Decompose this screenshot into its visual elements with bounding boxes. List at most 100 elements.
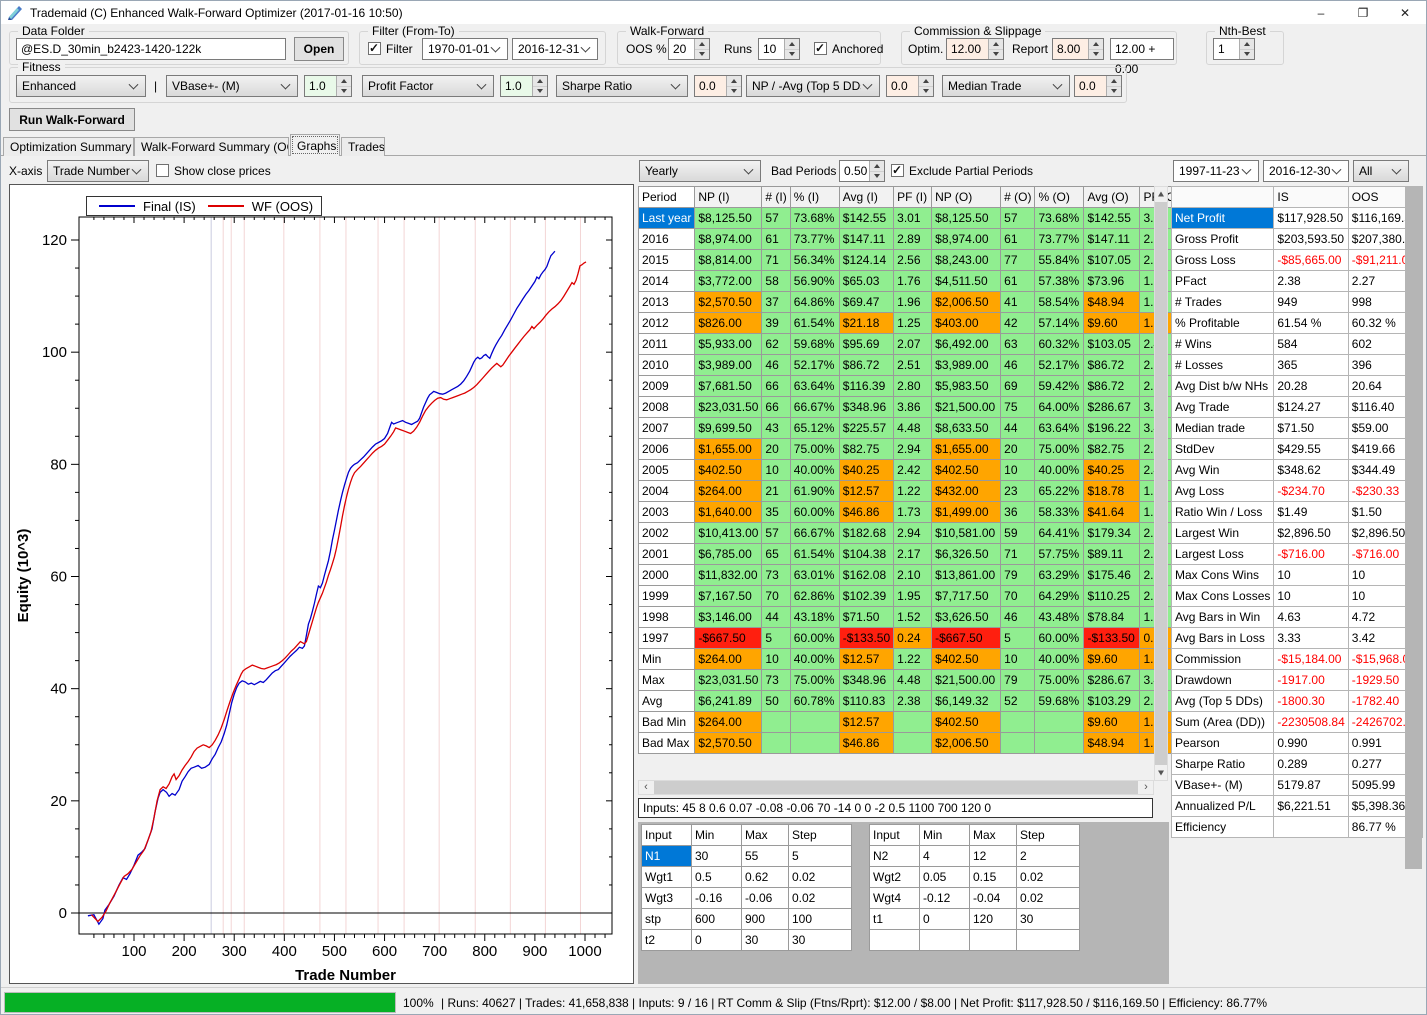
value-cell[interactable]: $7,167.50: [695, 586, 762, 607]
column-header[interactable]: Avg (O): [1084, 187, 1140, 208]
value-cell[interactable]: 21: [762, 481, 790, 502]
scroll-left-icon[interactable]: ‹: [639, 781, 653, 794]
value-cell[interactable]: $402.50: [932, 712, 1001, 733]
value-cell[interactable]: $142.55: [839, 208, 893, 229]
is-value-cell[interactable]: $1.49: [1274, 502, 1348, 523]
value-cell[interactable]: 59: [1001, 523, 1035, 544]
value-cell[interactable]: $21.18: [839, 313, 893, 334]
input-max-cell[interactable]: -0.06: [742, 888, 789, 909]
column-header[interactable]: NP (I): [695, 187, 762, 208]
close-icon[interactable]: ✕: [1384, 1, 1426, 24]
fitness-metric-3-select[interactable]: Sharpe Ratio: [556, 75, 688, 97]
value-cell[interactable]: 75: [1001, 397, 1035, 418]
value-cell[interactable]: 57.75%: [1035, 544, 1084, 565]
value-cell[interactable]: $2,570.50: [695, 733, 762, 754]
period-table-horizontal-scrollbar[interactable]: ‹ ›: [638, 780, 1154, 795]
value-cell[interactable]: $402.50: [695, 460, 762, 481]
value-cell[interactable]: $8,974.00: [695, 229, 762, 250]
value-cell[interactable]: $402.50: [932, 460, 1001, 481]
is-value-cell[interactable]: 584: [1274, 334, 1348, 355]
input-min-cell[interactable]: 0: [692, 930, 742, 951]
value-cell[interactable]: 59.68%: [790, 334, 839, 355]
period-cell[interactable]: 2013: [639, 292, 695, 313]
value-cell[interactable]: $10,581.00: [932, 523, 1001, 544]
value-cell[interactable]: $1,655.00: [695, 439, 762, 460]
value-cell[interactable]: 52: [1001, 691, 1035, 712]
column-header[interactable]: Avg (I): [839, 187, 893, 208]
period-cell[interactable]: 2011: [639, 334, 695, 355]
period-cell[interactable]: 2001: [639, 544, 695, 565]
value-cell[interactable]: 23: [1001, 481, 1035, 502]
is-value-cell[interactable]: 0.289: [1274, 754, 1348, 775]
value-cell[interactable]: 2.80: [894, 376, 932, 397]
value-cell[interactable]: -$133.50: [1084, 628, 1140, 649]
stat-label-cell[interactable]: Commission: [1172, 649, 1274, 670]
value-cell[interactable]: $12.57: [839, 481, 893, 502]
value-cell[interactable]: $182.68: [839, 523, 893, 544]
value-cell[interactable]: 75.00%: [1035, 670, 1084, 691]
filter-checkbox[interactable]: [368, 42, 381, 55]
value-cell[interactable]: 5: [762, 628, 790, 649]
value-cell[interactable]: $3,772.00: [695, 271, 762, 292]
value-cell[interactable]: 46: [1001, 355, 1035, 376]
value-cell[interactable]: $8,243.00: [932, 250, 1001, 271]
period-cell[interactable]: 2002: [639, 523, 695, 544]
value-cell[interactable]: 62: [762, 334, 790, 355]
column-header[interactable]: % (O): [1035, 187, 1084, 208]
value-cell[interactable]: $103.29: [1084, 691, 1140, 712]
is-value-cell[interactable]: -$234.70: [1274, 481, 1348, 502]
value-cell[interactable]: $264.00: [695, 649, 762, 670]
column-header[interactable]: Input: [642, 825, 692, 846]
value-cell[interactable]: $3,626.50: [932, 607, 1001, 628]
stat-label-cell[interactable]: # Losses: [1172, 355, 1274, 376]
runs-stepper[interactable]: 10: [758, 38, 800, 60]
value-cell[interactable]: $8,633.50: [932, 418, 1001, 439]
restore-icon[interactable]: ❐: [1342, 1, 1384, 24]
is-value-cell[interactable]: $203,593.50: [1274, 229, 1348, 250]
column-header[interactable]: NP (O): [932, 187, 1001, 208]
filter-from-select[interactable]: 1970-01-01: [422, 38, 508, 60]
stat-label-cell[interactable]: StdDev: [1172, 439, 1274, 460]
value-cell[interactable]: $21,500.00: [932, 397, 1001, 418]
input-min-cell[interactable]: 0: [920, 909, 970, 930]
period-cell[interactable]: 2009: [639, 376, 695, 397]
stat-label-cell[interactable]: # Wins: [1172, 334, 1274, 355]
input-max-cell[interactable]: 120: [970, 909, 1017, 930]
value-cell[interactable]: 46: [1001, 607, 1035, 628]
value-cell[interactable]: $110.25: [1084, 586, 1140, 607]
stat-label-cell[interactable]: Sum (Area (DD)): [1172, 712, 1274, 733]
value-cell[interactable]: $6,492.00: [932, 334, 1001, 355]
value-cell[interactable]: $162.08: [839, 565, 893, 586]
value-cell[interactable]: 37: [762, 292, 790, 313]
value-cell[interactable]: 61.54%: [790, 544, 839, 565]
value-cell[interactable]: $9,699.50: [695, 418, 762, 439]
value-cell[interactable]: 2.42: [894, 460, 932, 481]
is-value-cell[interactable]: 10: [1274, 565, 1348, 586]
value-cell[interactable]: $147.11: [1084, 229, 1140, 250]
stat-label-cell[interactable]: Largest Loss: [1172, 544, 1274, 565]
stat-label-cell[interactable]: Max Cons Wins: [1172, 565, 1274, 586]
value-cell[interactable]: 40.00%: [1035, 460, 1084, 481]
value-cell[interactable]: $264.00: [695, 481, 762, 502]
fitness-metric-2-select[interactable]: Profit Factor: [362, 75, 494, 97]
input-min-cell[interactable]: 600: [692, 909, 742, 930]
value-cell[interactable]: $7,717.50: [932, 586, 1001, 607]
value-cell[interactable]: 2.17: [894, 544, 932, 565]
nth-best-stepper[interactable]: 1: [1213, 38, 1255, 60]
value-cell[interactable]: 2.51: [894, 355, 932, 376]
stat-label-cell[interactable]: Net Profit: [1172, 208, 1274, 229]
filter-to-select[interactable]: 2016-12-31: [512, 38, 598, 60]
period-cell[interactable]: 2005: [639, 460, 695, 481]
period-cell[interactable]: Max: [639, 670, 695, 691]
value-cell[interactable]: $40.25: [1084, 460, 1140, 481]
value-cell[interactable]: 40.00%: [1035, 649, 1084, 670]
input-max-cell[interactable]: 12: [970, 846, 1017, 867]
value-cell[interactable]: $8,814.00: [695, 250, 762, 271]
stat-label-cell[interactable]: Avg Trade: [1172, 397, 1274, 418]
value-cell[interactable]: 1.22: [894, 481, 932, 502]
value-cell[interactable]: 57: [762, 208, 790, 229]
value-cell[interactable]: [762, 733, 790, 754]
value-cell[interactable]: $8,125.50: [695, 208, 762, 229]
period-cell[interactable]: Last year: [639, 208, 695, 229]
value-cell[interactable]: 61: [1001, 271, 1035, 292]
